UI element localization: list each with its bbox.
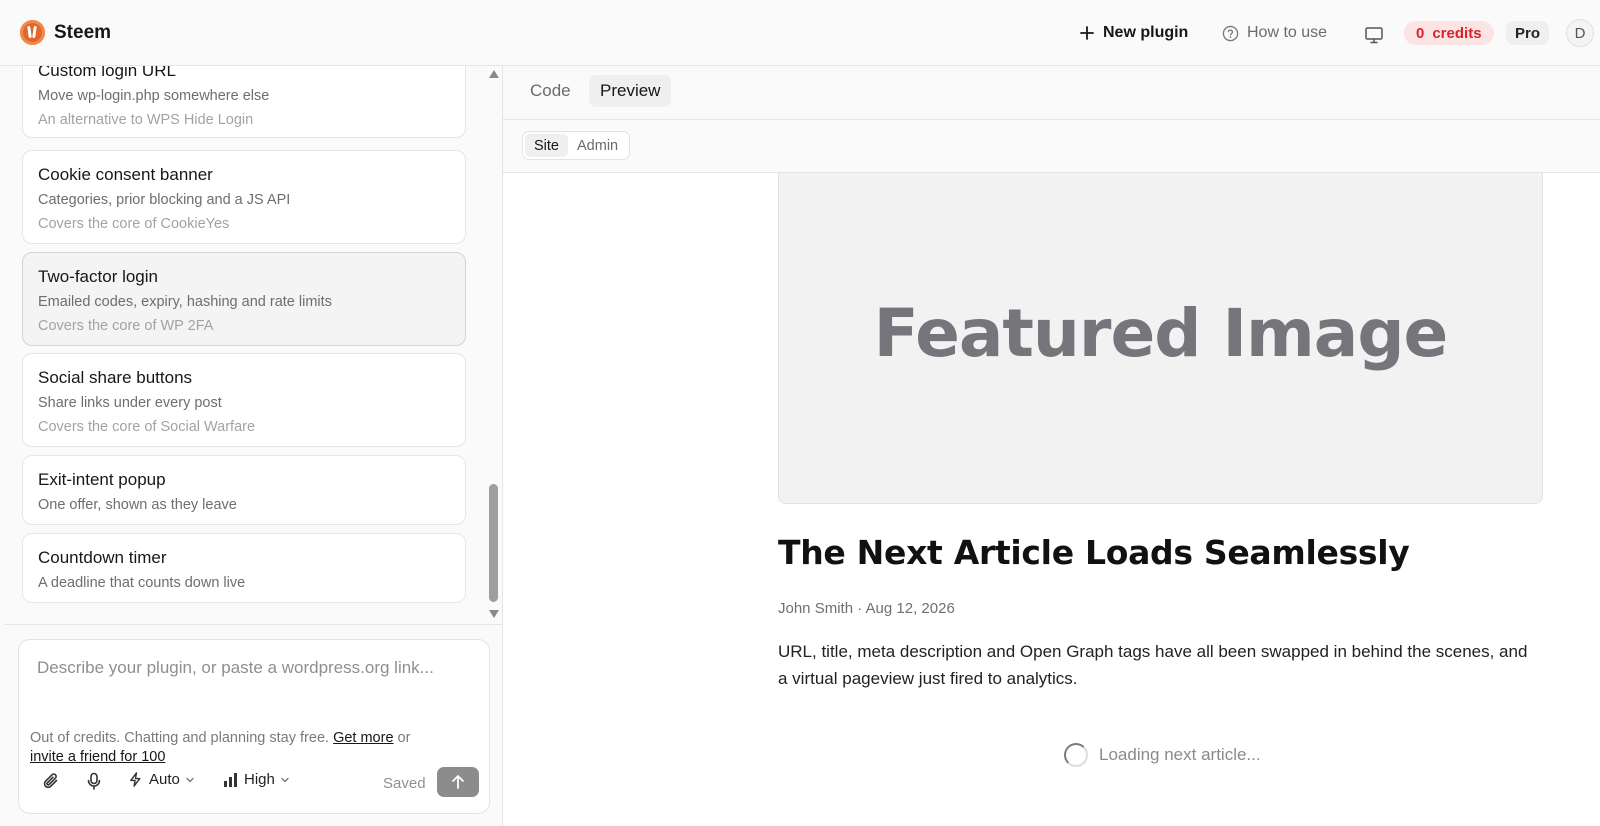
device-toggle-button[interactable]	[1364, 22, 1384, 48]
saved-status: Saved	[383, 775, 426, 792]
view-tabs: Code Preview	[503, 66, 1600, 120]
paperclip-icon	[43, 773, 58, 789]
plugin-card-title: Two-factor login	[38, 267, 158, 286]
right-panel: Code Preview Site Admin Featured Image T…	[503, 66, 1600, 826]
plugin-card-desc: Emailed codes, expiry, hashing and rate …	[38, 294, 332, 310]
article-meta: John Smith · Aug 12, 2026	[778, 600, 955, 617]
brand[interactable]: Steem	[20, 20, 111, 45]
brand-name: Steem	[54, 21, 112, 43]
plan-badge[interactable]: Pro	[1506, 21, 1550, 45]
plugin-card-note: Covers the core of WP 2FA	[38, 318, 214, 334]
plugin-card-title: Countdown timer	[38, 548, 167, 567]
signal-bars-icon	[224, 772, 237, 787]
get-more-link[interactable]: Get more	[333, 730, 393, 746]
tab-code[interactable]: Code	[519, 75, 582, 107]
plus-icon	[1080, 26, 1094, 40]
plugin-card-cookie-consent[interactable]: Cookie consent banner Categories, prior …	[22, 150, 466, 244]
loading-text: Loading next article...	[1099, 745, 1261, 764]
chevron-down-icon	[281, 777, 289, 782]
site-admin-toggle: Site Admin	[522, 131, 631, 160]
credit-notice-or: or	[397, 730, 411, 746]
scrollbar-thumb[interactable]	[489, 484, 498, 602]
monitor-icon	[1365, 27, 1383, 44]
top-header: Steem New plugin How to use 0 credits Pr…	[0, 0, 1600, 66]
scroll-down-arrow-icon[interactable]	[489, 610, 499, 618]
plugin-card-title: Exit-intent popup	[38, 470, 166, 489]
credits-label: credits	[1432, 24, 1482, 42]
plugin-card-social-share[interactable]: Social share buttons Share links under e…	[22, 353, 466, 447]
plugin-card-note: Covers the core of Social Warfare	[38, 419, 256, 435]
plugin-list: Custom login URL Move wp-login.php somew…	[4, 66, 503, 624]
microphone-icon	[87, 772, 101, 790]
new-plugin-label: New plugin	[1103, 24, 1189, 41]
how-to-use-button[interactable]: How to use	[1222, 20, 1327, 46]
credit-notice: Out of credits. Chatting and planning st…	[30, 729, 470, 767]
plugin-composer: Describe your plugin, or paste a wordpre…	[18, 639, 490, 814]
composer-toolbar: Auto High Saved	[19, 767, 491, 797]
loading-indicator: Loading next article...	[1064, 743, 1261, 767]
plugin-card-note: An alternative to WPS Hide Login	[38, 112, 254, 128]
credits-count: 0	[1416, 24, 1425, 42]
mode-label: Auto	[149, 771, 180, 788]
plugin-card-desc: A deadline that counts down live	[38, 575, 246, 591]
toggle-admin[interactable]: Admin	[568, 134, 627, 157]
how-to-use-label: How to use	[1247, 24, 1328, 41]
avatar[interactable]: D	[1566, 19, 1594, 47]
plugin-prompt-input[interactable]: Describe your plugin, or paste a wordpre…	[37, 658, 434, 678]
help-circle-icon	[1222, 25, 1239, 41]
steem-logo-icon	[20, 20, 45, 45]
plugin-card-two-factor-login[interactable]: Two-factor login Emailed codes, expiry, …	[22, 252, 466, 346]
spinner-icon	[1064, 743, 1088, 767]
effort-label: High	[244, 771, 275, 788]
article-body: URL, title, meta description and Open Gr…	[778, 642, 1528, 688]
mode-select[interactable]: Auto	[127, 771, 195, 788]
site-preview: Featured Image The Next Article Loads Se…	[503, 173, 1600, 826]
article-title: The Next Article Loads Seamlessly	[778, 533, 1410, 572]
left-panel: Custom login URL Move wp-login.php somew…	[4, 66, 503, 826]
invite-friend-link[interactable]: invite a friend for 100	[30, 749, 165, 765]
credits-badge[interactable]: 0 credits	[1404, 21, 1494, 45]
plugin-card-title: Custom login URL	[38, 66, 176, 80]
tab-preview[interactable]: Preview	[589, 75, 672, 107]
chevron-down-icon	[186, 777, 194, 782]
lightning-icon	[130, 772, 141, 787]
toggle-site[interactable]: Site	[525, 134, 568, 157]
preview-toolbar: Site Admin	[503, 120, 1600, 173]
panel-divider	[4, 624, 503, 625]
plugin-card-title: Social share buttons	[38, 368, 193, 387]
plugin-card-countdown-timer[interactable]: Countdown timer A deadline that counts d…	[22, 533, 466, 603]
plugin-card-desc: Share links under every post	[38, 395, 222, 411]
plugin-card-exit-intent-popup[interactable]: Exit-intent popup One offer, shown as th…	[22, 455, 466, 525]
plugin-card-desc: Move wp-login.php somewhere else	[38, 88, 270, 104]
plugin-list-scrollbar[interactable]	[487, 66, 500, 624]
send-button[interactable]	[437, 767, 479, 797]
credit-notice-text: Out of credits. Chatting and planning st…	[30, 730, 330, 746]
attach-button[interactable]	[41, 771, 61, 791]
plugin-card-desc: One offer, shown as they leave	[38, 497, 237, 513]
voice-input-button[interactable]	[84, 771, 104, 791]
arrow-up-icon	[452, 775, 464, 789]
new-plugin-button[interactable]: New plugin	[1079, 20, 1188, 46]
scroll-up-arrow-icon[interactable]	[489, 70, 499, 78]
featured-image-placeholder: Featured Image	[778, 173, 1543, 504]
effort-select[interactable]: High	[223, 771, 290, 788]
plugin-card-title: Cookie consent banner	[38, 165, 213, 184]
plugin-card-desc: Categories, prior blocking and a JS API	[38, 192, 291, 208]
plugin-card-custom-login-url[interactable]: Custom login URL Move wp-login.php somew…	[22, 66, 466, 138]
plugin-card-note: Covers the core of CookieYes	[38, 216, 230, 232]
